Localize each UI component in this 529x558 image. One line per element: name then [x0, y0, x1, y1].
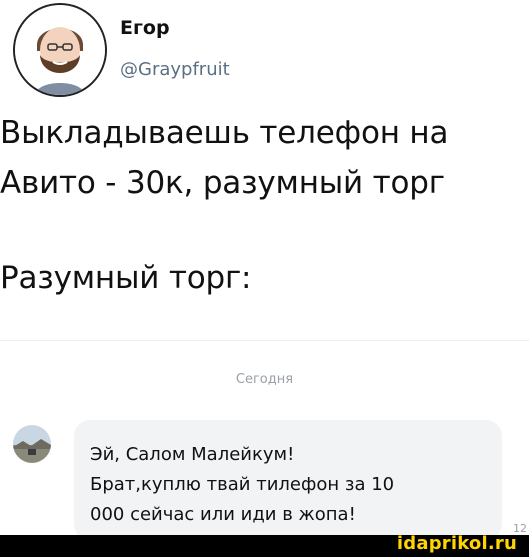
chat-date-label: Сегодня [235, 372, 294, 387]
author-avatar[interactable] [13, 3, 107, 97]
tweet-line: Авито - 30к, разумный торг [0, 165, 445, 201]
message-text: Эй, Салом Малейкум! Брат,куплю твай тиле… [90, 440, 490, 530]
message-line: 000 сейчас или иди в жопа! [90, 504, 356, 525]
sender-avatar[interactable] [13, 425, 51, 463]
bearded-man-avatar-icon [15, 5, 105, 95]
message-line: Брат,куплю твай тилефон за 10 [90, 474, 395, 495]
tweet-line: Выкладываешь телефон на [0, 115, 449, 151]
message-line: Эй, Салом Малейкум! [90, 444, 295, 465]
watermark-text: idaprikol.ru [396, 533, 517, 554]
tweet-second-paragraph: Разумный торг: [0, 260, 252, 296]
tweet-text: Выкладываешь телефон на Авито - 30к, раз… [0, 108, 529, 303]
author-handle[interactable]: @Graypfruit [120, 59, 230, 80]
landscape-avatar-icon [13, 425, 51, 463]
author-name[interactable]: Егор [120, 17, 170, 39]
